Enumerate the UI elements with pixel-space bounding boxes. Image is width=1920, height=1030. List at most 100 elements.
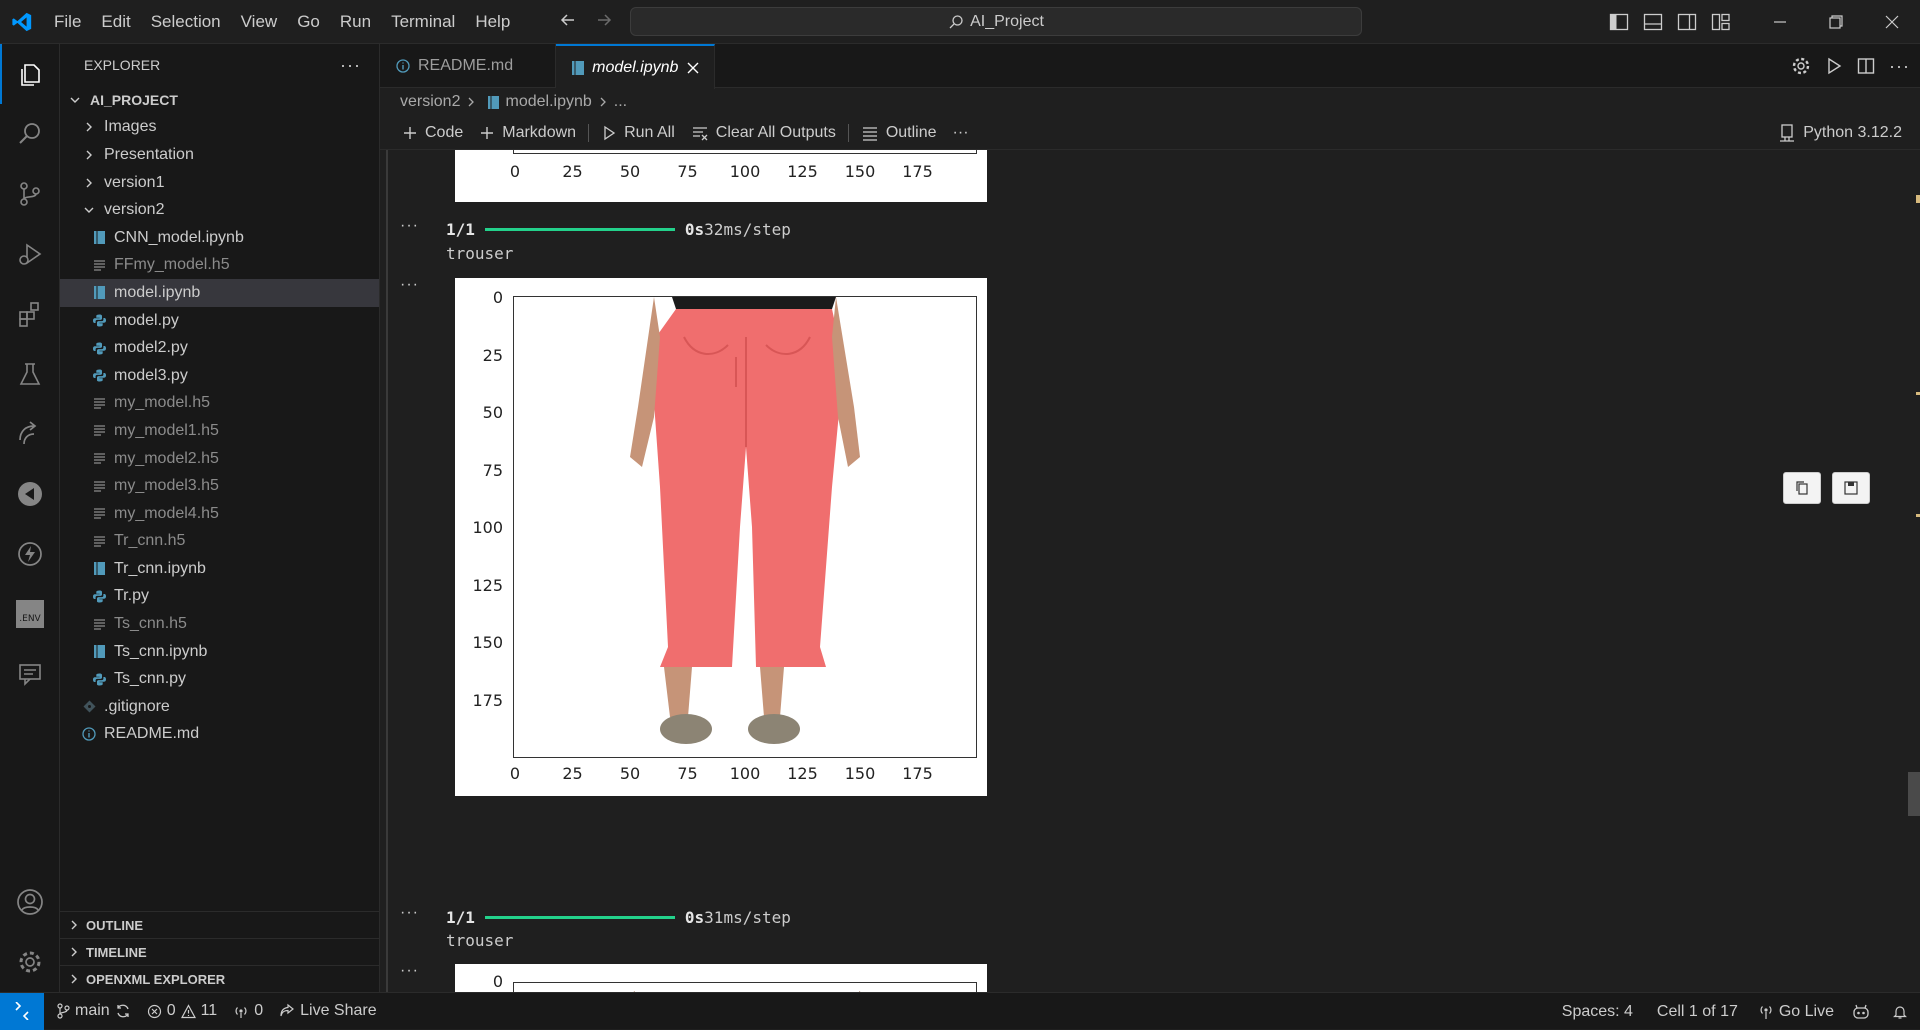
folder-item[interactable]: Presentation (60, 141, 379, 169)
output-more-icon[interactable]: ··· (400, 904, 419, 922)
explorer-icon[interactable] (0, 44, 60, 104)
file-item[interactable]: my_model3.h5 (60, 472, 379, 500)
cell-position-status[interactable]: Cell 1 of 17 (1645, 1003, 1750, 1021)
file-item[interactable]: README.md (60, 721, 379, 749)
source-control-icon[interactable] (0, 164, 60, 224)
tab-readme[interactable]: README.md (380, 44, 557, 88)
menu-file[interactable]: File (44, 0, 91, 44)
toggle-panel-icon[interactable] (1636, 0, 1670, 44)
file-item[interactable]: my_model2.h5 (60, 445, 379, 473)
timeline-panel[interactable]: TIMELINE (60, 938, 379, 965)
customize-layout-icon[interactable] (1704, 0, 1738, 44)
file-item[interactable]: model.ipynb (60, 279, 379, 307)
go-live-button[interactable]: Go Live (1750, 1003, 1842, 1021)
output-more-icon[interactable]: ··· (400, 217, 419, 235)
back-arrow-icon[interactable] (558, 10, 578, 30)
output-more-icon[interactable]: ··· (400, 962, 419, 980)
clear-all-outputs-button[interactable]: Clear All Outputs (683, 124, 844, 142)
ports-status[interactable]: 0 (225, 1002, 271, 1020)
close-icon[interactable] (1864, 0, 1920, 44)
toggle-primary-sidebar-icon[interactable] (1602, 0, 1636, 44)
toggle-secondary-sidebar-icon[interactable] (1670, 0, 1704, 44)
breadcrumb-folder[interactable]: version2 (400, 93, 460, 111)
gitlens-icon[interactable] (0, 464, 60, 524)
tree-item-label: Ts_cnn.ipynb (114, 642, 208, 660)
file-item[interactable]: model.py (60, 307, 379, 335)
minimize-icon[interactable] (1752, 0, 1808, 44)
kernel-picker[interactable]: Python 3.12.2 (1779, 116, 1902, 150)
run-all-button[interactable]: Run All (593, 124, 683, 142)
folder-item[interactable]: Images (60, 114, 379, 142)
tree-item-label: FFmy_model.h5 (114, 256, 230, 274)
close-tab-icon[interactable] (686, 61, 700, 75)
save-output-button[interactable] (1832, 472, 1870, 504)
openxml-explorer-panel[interactable]: OPENXML EXPLORER (60, 965, 379, 992)
lightning-icon[interactable] (0, 524, 60, 584)
menu-edit[interactable]: Edit (91, 0, 140, 44)
file-item[interactable]: Tr_cnn.ipynb (60, 555, 379, 583)
file-item[interactable]: CNN_model.ipynb (60, 224, 379, 252)
breadcrumb-symbol[interactable]: ... (614, 93, 627, 111)
scrollbar-thumb[interactable] (1908, 772, 1920, 816)
file-item[interactable]: model2.py (60, 334, 379, 362)
file-item[interactable]: Ts_cnn.ipynb (60, 638, 379, 666)
file-item[interactable]: FFmy_model.h5 (60, 252, 379, 280)
file-item[interactable]: model3.py (60, 362, 379, 390)
menu-terminal[interactable]: Terminal (381, 0, 465, 44)
split-editor-icon[interactable] (1857, 57, 1875, 75)
notifications-bell-icon[interactable] (1880, 1004, 1920, 1020)
menu-selection[interactable]: Selection (141, 0, 231, 44)
tab-model-ipynb[interactable]: model.ipynb (556, 44, 716, 89)
file-item[interactable]: my_model.h5 (60, 390, 379, 418)
remote-indicator-icon[interactable] (0, 992, 44, 1030)
more-toolbar-label: ··· (952, 123, 969, 141)
outline-panel[interactable]: OUTLINE (60, 911, 379, 938)
copy-output-button[interactable] (1783, 472, 1821, 504)
forward-arrow-icon[interactable] (594, 10, 614, 30)
menu-help[interactable]: Help (465, 0, 520, 44)
add-code-cell-button[interactable]: Code (394, 124, 471, 142)
file-item[interactable]: my_model1.h5 (60, 417, 379, 445)
file-item[interactable]: Ts_cnn.h5 (60, 610, 379, 638)
more-actions-icon[interactable]: ··· (1889, 56, 1910, 77)
prediction-label: trouser (446, 244, 514, 263)
output-more-icon[interactable]: ··· (400, 276, 419, 294)
branch-status[interactable]: main (48, 1002, 139, 1020)
run-debug-icon[interactable] (0, 224, 60, 284)
add-markdown-cell-button[interactable]: Markdown (471, 124, 584, 142)
file-item[interactable]: Tr.py (60, 583, 379, 611)
breadcrumb-file[interactable]: model.ipynb (505, 93, 591, 111)
x-tick: 100 (729, 162, 761, 181)
project-root[interactable]: AI_PROJECT (60, 86, 379, 114)
remote-explorer-icon[interactable] (0, 404, 60, 464)
run-icon[interactable] (1825, 57, 1843, 75)
folder-item[interactable]: version1 (60, 169, 379, 197)
file-item[interactable]: Tr_cnn.h5 (60, 528, 379, 556)
search-icon[interactable] (0, 104, 60, 164)
indentation-status[interactable]: Spaces: 4 (1550, 1003, 1645, 1021)
menu-run[interactable]: Run (330, 0, 381, 44)
file-item[interactable]: Ts_cnn.py (60, 665, 379, 693)
extensions-icon[interactable] (0, 284, 60, 344)
testing-flask-icon[interactable] (0, 344, 60, 404)
file-item[interactable]: .gitignore (60, 693, 379, 721)
notebook-output-area: 0 25 50 75 100 125 150 175 ··· 1/1 0s 32ms/step … (380, 150, 1920, 992)
problems-status[interactable]: 0 11 (139, 1002, 226, 1020)
settings-gear-icon[interactable] (0, 932, 60, 992)
comments-icon[interactable] (0, 644, 60, 704)
copilot-icon[interactable] (1842, 1004, 1880, 1020)
menu-go[interactable]: Go (287, 0, 330, 44)
restore-icon[interactable] (1808, 0, 1864, 44)
outline-button[interactable]: Outline (853, 124, 945, 142)
menu-view[interactable]: View (231, 0, 288, 44)
tree-item-label: Images (104, 118, 157, 136)
account-icon[interactable] (0, 872, 60, 932)
folder-item[interactable]: version2 (60, 196, 379, 224)
more-actions-icon[interactable]: ··· (340, 55, 361, 76)
live-share-button[interactable]: Live Share (271, 1002, 385, 1020)
more-toolbar-actions[interactable]: ··· (945, 124, 977, 142)
env-file-icon[interactable]: .ENV (0, 584, 60, 644)
command-center-search[interactable]: AI_Project (630, 7, 1362, 36)
gear-icon[interactable] (1791, 56, 1811, 76)
file-item[interactable]: my_model4.h5 (60, 500, 379, 528)
